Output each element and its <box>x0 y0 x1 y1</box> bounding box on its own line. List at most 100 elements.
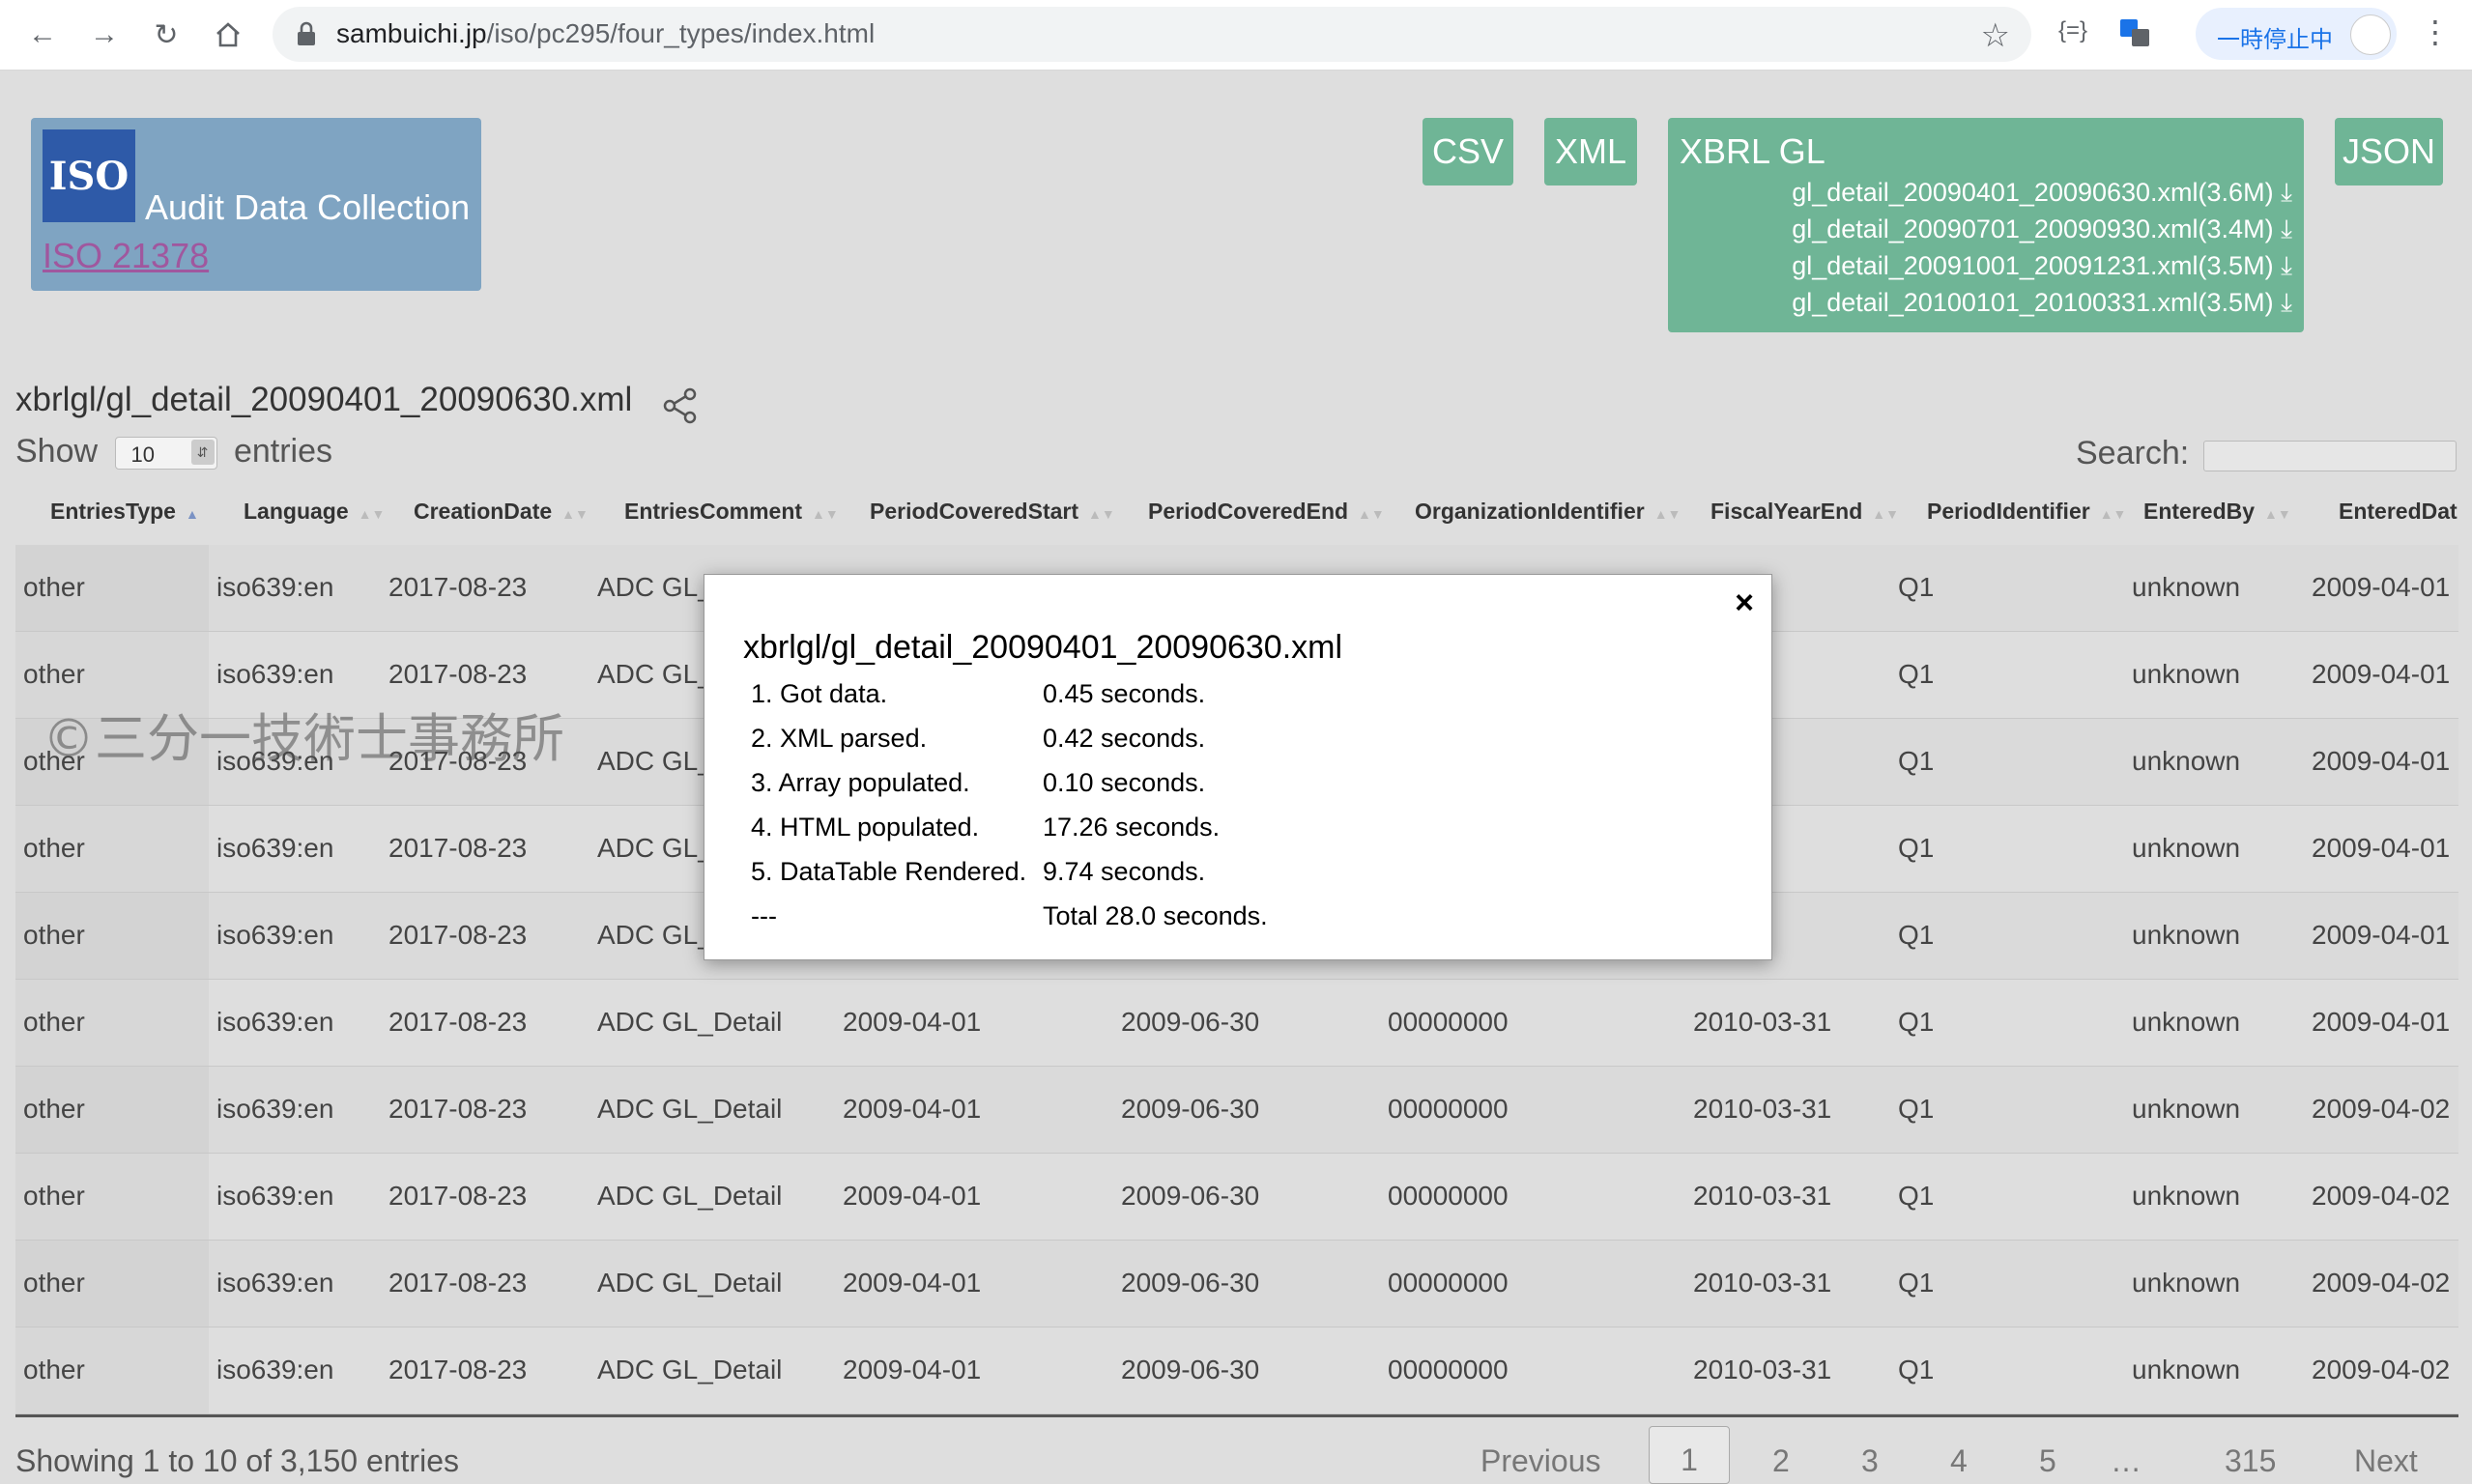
iso-21378-link[interactable]: ISO 21378 <box>43 236 209 276</box>
close-icon[interactable]: × <box>1735 585 1754 622</box>
sort-asc-icon: ▲ <box>185 506 199 522</box>
column-header[interactable]: Language ▲▼ <box>244 499 385 525</box>
table-cell: other <box>23 1007 85 1037</box>
translate-extension-icon[interactable] <box>2118 17 2151 55</box>
column-header[interactable]: OrganizationIdentifier ▲▼ <box>1415 499 1681 525</box>
column-header[interactable]: EnteredBy ▲▼ <box>2143 499 2291 525</box>
page-button[interactable]: 2 <box>1772 1443 1790 1479</box>
table-cell: 2010-03-31 <box>1693 1094 1832 1124</box>
step-label: --- <box>751 901 777 930</box>
reload-icon[interactable]: ↻ <box>145 14 187 56</box>
download-icon: ⤓ <box>2273 251 2292 280</box>
column-header[interactable]: CreationDate ▲▼ <box>414 499 589 525</box>
table-cell: unknown <box>2132 1181 2241 1211</box>
modal-title: xbrlgl/gl_detail_20090401_20090630.xml <box>743 629 1343 666</box>
bookmark-star-icon[interactable]: ☆ <box>1981 16 2010 55</box>
column-header[interactable]: PeriodIdentifier ▲▼ <box>1927 499 2126 525</box>
iso-logo: ISO <box>43 129 135 222</box>
column-header[interactable]: EntriesComment ▲▼ <box>624 499 839 525</box>
column-header[interactable]: EnteredDat <box>2339 499 2458 525</box>
table-cell: Q1 <box>1898 833 1935 863</box>
table-cell: Q1 <box>1898 1094 1935 1124</box>
logo-panel: ISO Audit Data Collection ISO 21378 <box>31 118 481 291</box>
sort-icon: ▲▼ <box>2099 506 2127 522</box>
table-cell: 2009-04-01 <box>2312 1007 2451 1037</box>
table-cell: unknown <box>2132 1094 2241 1124</box>
file-title: xbrlgl/gl_detail_20090401_20090630.xml <box>15 381 633 418</box>
sort-icon: ▲▼ <box>1872 506 1899 522</box>
table-cell: other <box>23 1268 85 1298</box>
page-length-select[interactable]: 10 ⇵ <box>114 437 217 471</box>
forward-icon[interactable]: → <box>83 14 126 56</box>
xbrl-gl-panel: XBRL GL gl_detail_20090401_20090630.xml(… <box>1668 118 2304 332</box>
table-cell: 2017-08-23 <box>388 659 528 689</box>
timing-modal: × xbrlgl/gl_detail_20090401_20090630.xml… <box>704 574 1772 960</box>
step-time: Total 28.0 seconds. <box>1043 901 1268 930</box>
column-header[interactable]: EntriesType ▲ <box>50 499 199 525</box>
table-cell: other <box>23 920 85 950</box>
back-icon[interactable]: ← <box>21 14 64 56</box>
table-cell: ADC GL_ <box>597 920 713 950</box>
table-cell: ADC GL_ <box>597 746 713 776</box>
csv-button[interactable]: CSV <box>1423 118 1513 186</box>
table-cell: 2009-04-01 <box>843 1094 982 1124</box>
sort-icon: ▲▼ <box>2264 506 2291 522</box>
json-button[interactable]: JSON <box>2335 118 2443 186</box>
page-button[interactable]: 3 <box>1861 1443 1879 1479</box>
page-button[interactable]: 5 <box>2039 1443 2056 1479</box>
xbrl-file-link[interactable]: gl_detail_20091001_20091231.xml(3.5M) ⤓ <box>1792 251 2292 282</box>
table-cell: unknown <box>2132 1268 2241 1298</box>
search-label: Search: <box>2076 435 2190 471</box>
table-cell: 2009-04-01 <box>2312 659 2451 689</box>
sort-icon: ▲▼ <box>1088 506 1115 522</box>
xbrl-file-link[interactable]: gl_detail_20090401_20090630.xml(3.6M) ⤓ <box>1792 178 2292 209</box>
page-button[interactable]: 315 <box>2225 1443 2276 1479</box>
table-cell: other <box>23 659 85 689</box>
address-bar[interactable]: sambuichi.jp/iso/pc295/four_types/index.… <box>273 7 2031 62</box>
table-row[interactable]: other iso639:en 2017-08-23 ADC GL_Detail 200… <box>15 1067 2458 1154</box>
xbrl-file-link[interactable]: gl_detail_20090701_20090930.xml(3.4M) ⤓ <box>1792 214 2292 245</box>
table-row[interactable]: other iso639:en 2017-08-23 ADC GL_Detail 200… <box>15 1154 2458 1241</box>
extension-json-icon[interactable]: {=} <box>2058 17 2087 44</box>
table-cell: ADC GL_Detail <box>597 1007 783 1037</box>
table-cell: 2009-04-01 <box>843 1268 982 1298</box>
table-cell: ADC GL_Detail <box>597 1094 783 1124</box>
table-row[interactable]: other iso639:en 2017-08-23 ADC GL_Detail 200… <box>15 1241 2458 1327</box>
table-cell: other <box>23 1181 85 1211</box>
xbrl-gl-button[interactable]: XBRL GL <box>1680 131 1825 172</box>
page-button-current[interactable]: 1 <box>1649 1426 1730 1484</box>
column-header[interactable]: PeriodCoveredEnd ▲▼ <box>1148 499 1385 525</box>
browser-menu-icon[interactable]: ⋮ <box>2420 14 2451 50</box>
xbrl-file-link[interactable]: gl_detail_20100101_20100331.xml(3.5M) ⤓ <box>1792 288 2292 319</box>
table-cell: unknown <box>2132 1007 2241 1037</box>
table-cell: ADC GL_ <box>597 572 713 602</box>
table-cell: 2010-03-31 <box>1693 1181 1832 1211</box>
table-cell: iso639:en <box>216 1094 334 1124</box>
table-header: EntriesType ▲ Language ▲▼ CreationDate ▲▼ E… <box>15 483 2458 548</box>
table-cell: 2017-08-23 <box>388 1355 528 1384</box>
url-text: sambuichi.jp/iso/pc295/four_types/index.… <box>336 18 876 48</box>
sort-icon: ▲▼ <box>812 506 839 522</box>
table-row[interactable]: other iso639:en 2017-08-23 ADC GL_Detail 200… <box>15 980 2458 1067</box>
table-cell: 2010-03-31 <box>1693 1007 1832 1037</box>
profile-paused-chip[interactable]: 一時停止中 <box>2196 8 2397 60</box>
table-row[interactable]: other iso639:en 2017-08-23 ADC GL_Detail 200… <box>15 1327 2458 1414</box>
step-time: 9.74 seconds. <box>1043 857 1206 886</box>
previous-button[interactable]: Previous <box>1480 1443 1601 1479</box>
step-label: 2. XML parsed. <box>751 724 928 753</box>
page-button[interactable]: 4 <box>1950 1443 1968 1479</box>
column-header[interactable]: FiscalYearEnd ▲▼ <box>1710 499 1899 525</box>
table-cell: 2009-04-01 <box>2312 746 2451 776</box>
xml-button[interactable]: XML <box>1544 118 1637 186</box>
column-header[interactable]: PeriodCoveredStart ▲▼ <box>870 499 1115 525</box>
table-cell: unknown <box>2132 659 2241 689</box>
table-cell: 2010-03-31 <box>1693 1355 1832 1384</box>
share-icon[interactable] <box>661 386 700 425</box>
next-button[interactable]: Next <box>2354 1443 2418 1479</box>
site-title: Audit Data Collection <box>145 187 471 227</box>
sort-icon: ▲▼ <box>358 506 386 522</box>
search-input[interactable] <box>2203 441 2457 471</box>
table-cell: 2009-04-01 <box>843 1181 982 1211</box>
home-icon[interactable] <box>207 14 249 56</box>
table-cell: 2017-08-23 <box>388 1007 528 1037</box>
